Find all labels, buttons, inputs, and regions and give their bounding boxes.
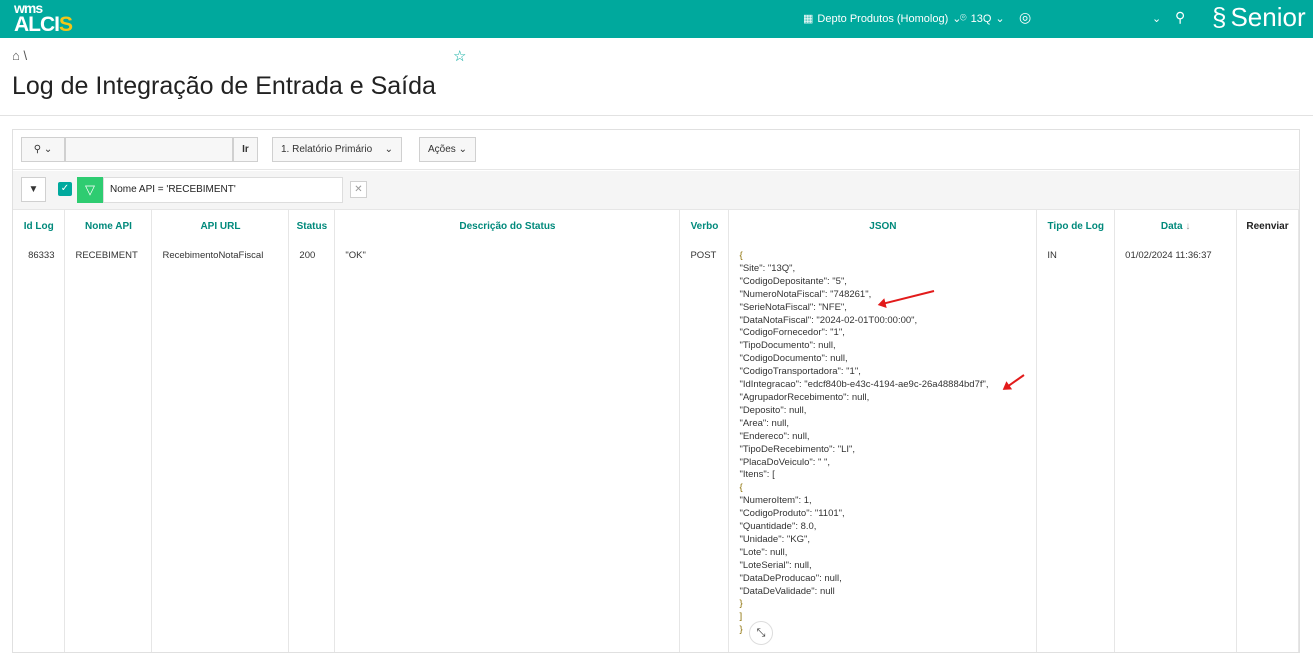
actions-label: Ações	[428, 144, 456, 155]
json-line: }	[739, 598, 743, 610]
filter-enabled-checkbox[interactable]: ✓	[58, 182, 72, 196]
page-title: Log de Integração de Entrada e Saída	[12, 72, 436, 100]
department-selector[interactable]: ▦ Depto Produtos (Homolog) ⌄	[803, 12, 961, 26]
json-line: {	[739, 482, 743, 494]
col-header-nome-api[interactable]: Nome API	[64, 210, 153, 242]
remove-filter-button[interactable]: ✕	[350, 181, 367, 198]
report-select-value: 1. Relatório Primário	[281, 144, 373, 155]
filter-text[interactable]: Nome API = 'RECEBIMENT'	[103, 177, 343, 203]
top-bar: wms ALCIS ▦ Depto Produtos (Homolog) ⌄ ⌾ 13…	[0, 0, 1313, 38]
json-line: "LoteSerial": null,	[739, 559, 812, 571]
json-line: "Area": null,	[739, 417, 789, 429]
json-line: "CodigoProduto": "1101",	[739, 508, 845, 520]
breadcrumb-separator: \	[23, 48, 28, 63]
json-line: "PlacaDoVeiculo": " ",	[739, 456, 831, 468]
report-region: ⚲ ⌄ Ir 1. Relatório Primário ⌄ Ações ⌄ ▼ …	[12, 129, 1300, 653]
json-line: "Unidade": "KG",	[739, 533, 810, 545]
close-icon: ✕	[354, 184, 363, 195]
favorite-star-icon[interactable]: ☆	[453, 47, 466, 65]
col-header-reenviar[interactable]: Reenviar	[1236, 210, 1299, 242]
json-line: "IdIntegracao": "edcf840b-e43c-4194-ae9c…	[739, 379, 989, 391]
cell-descricao: "OK"	[334, 242, 681, 652]
chevron-down-icon: ⌄	[384, 144, 393, 155]
col-header-data-label: Data	[1160, 220, 1183, 232]
json-line: "Quantidade": 8.0,	[739, 521, 817, 533]
search-input[interactable]	[65, 137, 233, 162]
col-header-status[interactable]: Status	[288, 210, 336, 242]
table-row: 86333 RECEBIMENT RecebimentoNotaFiscal 2…	[13, 242, 1299, 652]
senior-logo: § Senior	[1212, 2, 1306, 33]
filter-bar: ▼ ✓ ▽ Nome API = 'RECEBIMENT' ✕	[13, 171, 1299, 210]
chevron-down-icon: ⌄	[458, 144, 467, 155]
json-line: }	[739, 624, 743, 636]
collapse-icon[interactable]: ⤡	[749, 621, 773, 645]
json-line: "Itens": [	[739, 469, 775, 481]
col-header-tipo-log[interactable]: Tipo de Log	[1036, 210, 1116, 242]
cell-status: 200	[288, 242, 336, 652]
cell-data: 01/02/2024 11:36:37	[1114, 242, 1237, 652]
log-table: Id Log Nome API API URL Status Descrição…	[13, 210, 1299, 652]
col-header-id-log[interactable]: Id Log	[13, 210, 66, 242]
filter-icon: ▽	[77, 177, 103, 203]
actions-button[interactable]: Ações ⌄	[419, 137, 476, 162]
json-line: "Deposito": null,	[739, 404, 807, 416]
col-header-descricao[interactable]: Descrição do Status	[334, 210, 681, 242]
caret-down-icon: ▼	[28, 184, 39, 195]
json-line: "DataDeProducao": null,	[739, 572, 842, 584]
cell-id-log: 86333	[13, 242, 66, 652]
report-toolbar: ⚲ ⌄ Ir 1. Relatório Primário ⌄ Ações ⌄	[13, 130, 1299, 170]
json-line: "Endereco": null,	[739, 430, 810, 442]
logo-main-text: ALCI	[14, 13, 60, 36]
go-button[interactable]: Ir	[233, 137, 258, 162]
json-line: "Site": "13Q",	[739, 262, 796, 274]
sort-descending-icon: ↓	[1185, 220, 1191, 232]
json-line: "NumeroItem": 1,	[739, 495, 812, 507]
json-line: "DataDeValidade": null	[739, 585, 835, 597]
report-select[interactable]: 1. Relatório Primário ⌄	[272, 137, 402, 162]
building-icon: ▦	[803, 13, 814, 25]
site-label: 13Q	[970, 12, 992, 25]
json-line: "DataNotaFiscal": "2024-02-01T00:00:00",	[739, 314, 918, 326]
col-header-json[interactable]: JSON	[728, 210, 1038, 242]
logo-accent-text: S	[59, 13, 73, 36]
divider	[0, 115, 1313, 116]
department-label: Depto Produtos (Homolog)	[817, 12, 949, 25]
search-icon[interactable]: ⚲	[1175, 9, 1185, 26]
search-icon: ⚲ ⌄	[33, 144, 53, 155]
json-line: "CodigoDepositante": "5",	[739, 275, 847, 287]
col-header-data[interactable]: Data ↓	[1114, 210, 1237, 242]
json-line: {	[739, 250, 743, 261]
toggle-filters-button[interactable]: ▼	[21, 177, 46, 202]
location-pin-icon: ⌾	[960, 12, 967, 24]
breadcrumb: ⌂ \	[12, 48, 27, 63]
cell-api-url: RecebimentoNotaFiscal	[151, 242, 290, 652]
json-line: "AgrupadorRecebimento": null,	[739, 391, 870, 403]
col-header-verbo[interactable]: Verbo	[679, 210, 730, 242]
cell-verbo: POST	[679, 242, 730, 652]
chevron-down-icon[interactable]: ⌄	[1152, 12, 1161, 25]
search-column-button[interactable]: ⚲ ⌄	[21, 137, 65, 162]
json-line: "Lote": null,	[739, 546, 788, 558]
cell-reenviar	[1236, 242, 1299, 652]
site-selector[interactable]: ⌾ 13Q ⌄	[960, 12, 1005, 25]
senior-brand-text: Senior	[1230, 2, 1306, 32]
wms-alcis-logo[interactable]: wms ALCIS	[14, 1, 73, 36]
chevron-down-icon: ⌄	[995, 13, 1005, 25]
json-line: "CodigoFornecedor": "1",	[739, 327, 845, 339]
senior-s-icon: §	[1212, 2, 1227, 32]
json-line: "TipoDeRecebimento": "LI",	[739, 443, 856, 455]
cell-nome-api: RECEBIMENT	[64, 242, 153, 652]
home-icon[interactable]: ⌂	[12, 48, 20, 63]
table-header-row: Id Log Nome API API URL Status Descrição…	[13, 210, 1299, 242]
col-header-api-url[interactable]: API URL	[151, 210, 290, 242]
json-line: "CodigoDocumento": null,	[739, 353, 848, 365]
cell-tipo-log: IN	[1036, 242, 1116, 652]
json-line: ]	[739, 611, 743, 623]
json-line: "TipoDocumento": null,	[739, 340, 836, 352]
json-line: "CodigoTransportadora": "1",	[739, 366, 861, 378]
user-icon[interactable]: ◎	[1019, 9, 1031, 26]
